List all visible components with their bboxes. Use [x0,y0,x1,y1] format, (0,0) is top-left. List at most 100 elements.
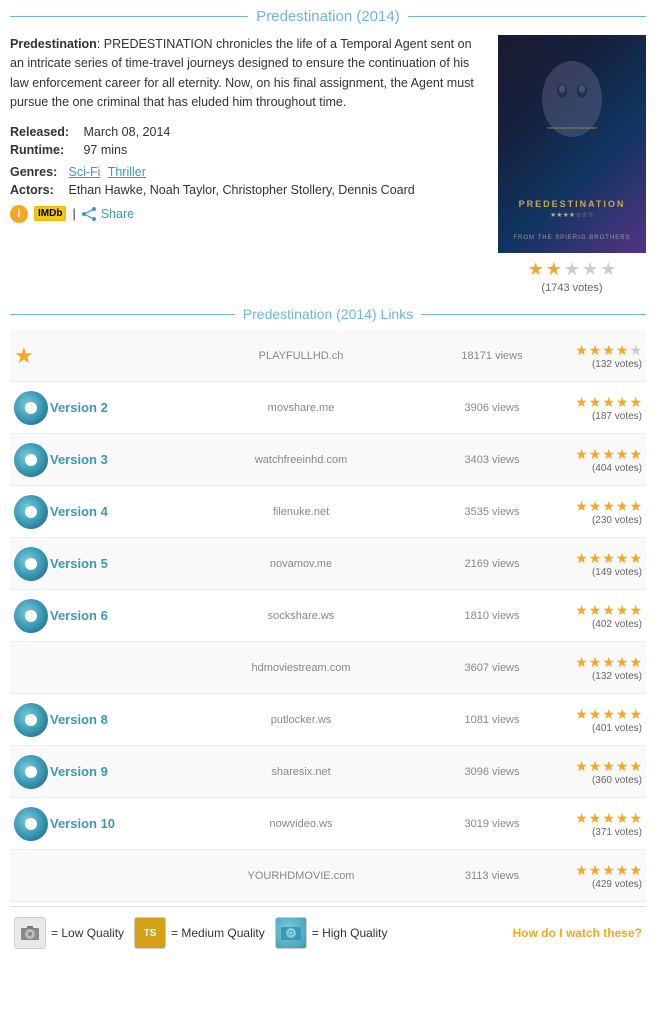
link-votes: (401 votes) [532,723,642,734]
rating-stars[interactable]: ★ ★ ★ ★ ★ [528,259,617,280]
link-votes: (371 votes) [532,827,642,838]
link-url[interactable]: movshare.me [150,402,452,414]
star-1[interactable]: ★ [528,259,544,280]
link-name: Version 10 [50,816,150,831]
link-rating: ★★★★★ (402 votes) [532,602,642,630]
link-star-filled: ★ [575,810,588,827]
low-quality-icon [14,917,46,949]
high-quality-label: = High Quality [312,926,388,940]
page-title: Predestination (2014) [256,8,399,25]
link-version-anchor[interactable]: Version 4 [50,504,108,519]
link-icon-cell [14,495,50,529]
link-url[interactable]: nowvideo.ws [150,818,452,830]
link-rating: ★★★★★ (360 votes) [532,758,642,786]
link-url-anchor[interactable]: putlocker.ws [271,714,332,726]
favorite-star-icon: ★ [14,343,34,368]
runtime-label: Runtime: [10,143,80,157]
genre-thriller[interactable]: Thriller [108,165,146,179]
star-2[interactable]: ★ [546,259,562,280]
share-button[interactable]: Share [82,207,134,221]
runtime-row: Runtime: 97 mins [10,143,486,157]
link-views: 3113 views [452,870,532,882]
link-star-filled: ★ [629,394,642,411]
link-star-filled: ★ [602,602,615,619]
dvd-icon [14,495,48,529]
table-row: Version 4 filenuke.net 3535 views ★★★★★ … [10,486,646,538]
genre-scifi[interactable]: Sci-Fi [68,165,100,179]
link-icon-cell [14,807,50,841]
link-url[interactable]: PLAYFULLHD.ch [150,350,452,362]
how-to-watch[interactable]: How do I watch these? [513,926,642,940]
link-star-filled: ★ [616,446,629,463]
med-quality-icon: TS [134,917,166,949]
runtime-value: 97 mins [83,143,127,157]
link-name: Version 2 [50,400,150,415]
table-row: Version 10 nowvideo.ws 3019 views ★★★★★ … [10,798,646,850]
link-version-anchor[interactable]: Version 5 [50,556,108,571]
link-star-filled: ★ [602,550,615,567]
link-version-anchor[interactable]: Version 3 [50,452,108,467]
link-url-anchor[interactable]: hdmoviestream.com [251,662,350,674]
imdb-badge[interactable]: IMDb [34,206,66,221]
link-url[interactable]: putlocker.ws [150,714,452,726]
link-star-filled: ★ [589,654,602,671]
link-url[interactable]: hdmoviestream.com [150,662,452,674]
link-url-anchor[interactable]: filenuke.net [273,506,329,518]
star-4[interactable]: ★ [582,259,598,280]
link-views: 1810 views [452,610,532,622]
link-url-anchor[interactable]: sharesix.net [271,766,330,778]
link-star-filled: ★ [589,706,602,723]
link-url[interactable]: watchfreeinhd.com [150,454,452,466]
link-star-filled: ★ [589,446,602,463]
link-version-anchor[interactable]: Version 8 [50,712,108,727]
info-icon: i [10,205,28,223]
link-url[interactable]: sockshare.ws [150,610,452,622]
link-icon-cell [14,755,50,789]
link-url-anchor[interactable]: YOURHDMOVIE.com [248,870,355,882]
link-url[interactable]: novamov.me [150,558,452,570]
link-version-anchor[interactable]: Version 2 [50,400,108,415]
share-label: Share [101,207,134,221]
link-star-filled: ★ [602,758,615,775]
link-votes: (132 votes) [532,671,642,682]
link-url-anchor[interactable]: movshare.me [268,402,335,414]
link-url[interactable]: filenuke.net [150,506,452,518]
link-star-filled: ★ [575,862,588,879]
table-row: Version 8 putlocker.ws 1081 views ★★★★★ … [10,694,646,746]
released-label: Released: [10,125,80,139]
star-5[interactable]: ★ [600,259,616,280]
table-row: Version 9 sharesix.net 3096 views ★★★★★ … [10,746,646,798]
link-star-filled: ★ [602,446,615,463]
link-url-anchor[interactable]: watchfreeinhd.com [255,454,347,466]
dvd-icon [14,599,48,633]
link-url[interactable]: sharesix.net [150,766,452,778]
link-star-filled: ★ [589,862,602,879]
low-quality-svg [19,922,41,944]
link-name: Version 3 [50,452,150,467]
link-votes: (429 votes) [532,879,642,890]
link-rating: ★★★★★ (230 votes) [532,498,642,526]
link-url-anchor[interactable]: sockshare.ws [268,610,335,622]
dvd-icon [14,703,48,737]
star-3[interactable]: ★ [564,259,580,280]
link-star-filled: ★ [616,654,629,671]
actors-value: Ethan Hawke, Noah Taylor, Christopher St… [68,183,414,197]
link-star-filled: ★ [616,498,629,515]
rating-section: ★ ★ ★ ★ ★ (1743 votes) [498,259,646,294]
link-url-anchor[interactable]: nowvideo.ws [270,818,333,830]
link-star-filled: ★ [575,498,588,515]
link-star-empty: ★ [629,342,642,359]
link-url-anchor[interactable]: novamov.me [270,558,332,570]
link-version-anchor[interactable]: Version 10 [50,816,115,831]
med-quality-label: = Medium Quality [171,926,265,940]
link-icon-cell [14,547,50,581]
link-version-anchor[interactable]: Version 9 [50,764,108,779]
link-votes: (402 votes) [532,619,642,630]
link-url[interactable]: YOURHDMOVIE.com [150,870,452,882]
link-url-anchor[interactable]: PLAYFULLHD.ch [259,350,344,362]
link-name: Version 9 [50,764,150,779]
link-version-anchor[interactable]: Version 6 [50,608,108,623]
imdb-row: i IMDb | Share [10,205,486,223]
link-rating: ★★★★★ (429 votes) [532,862,642,890]
title-line-left [10,16,248,17]
